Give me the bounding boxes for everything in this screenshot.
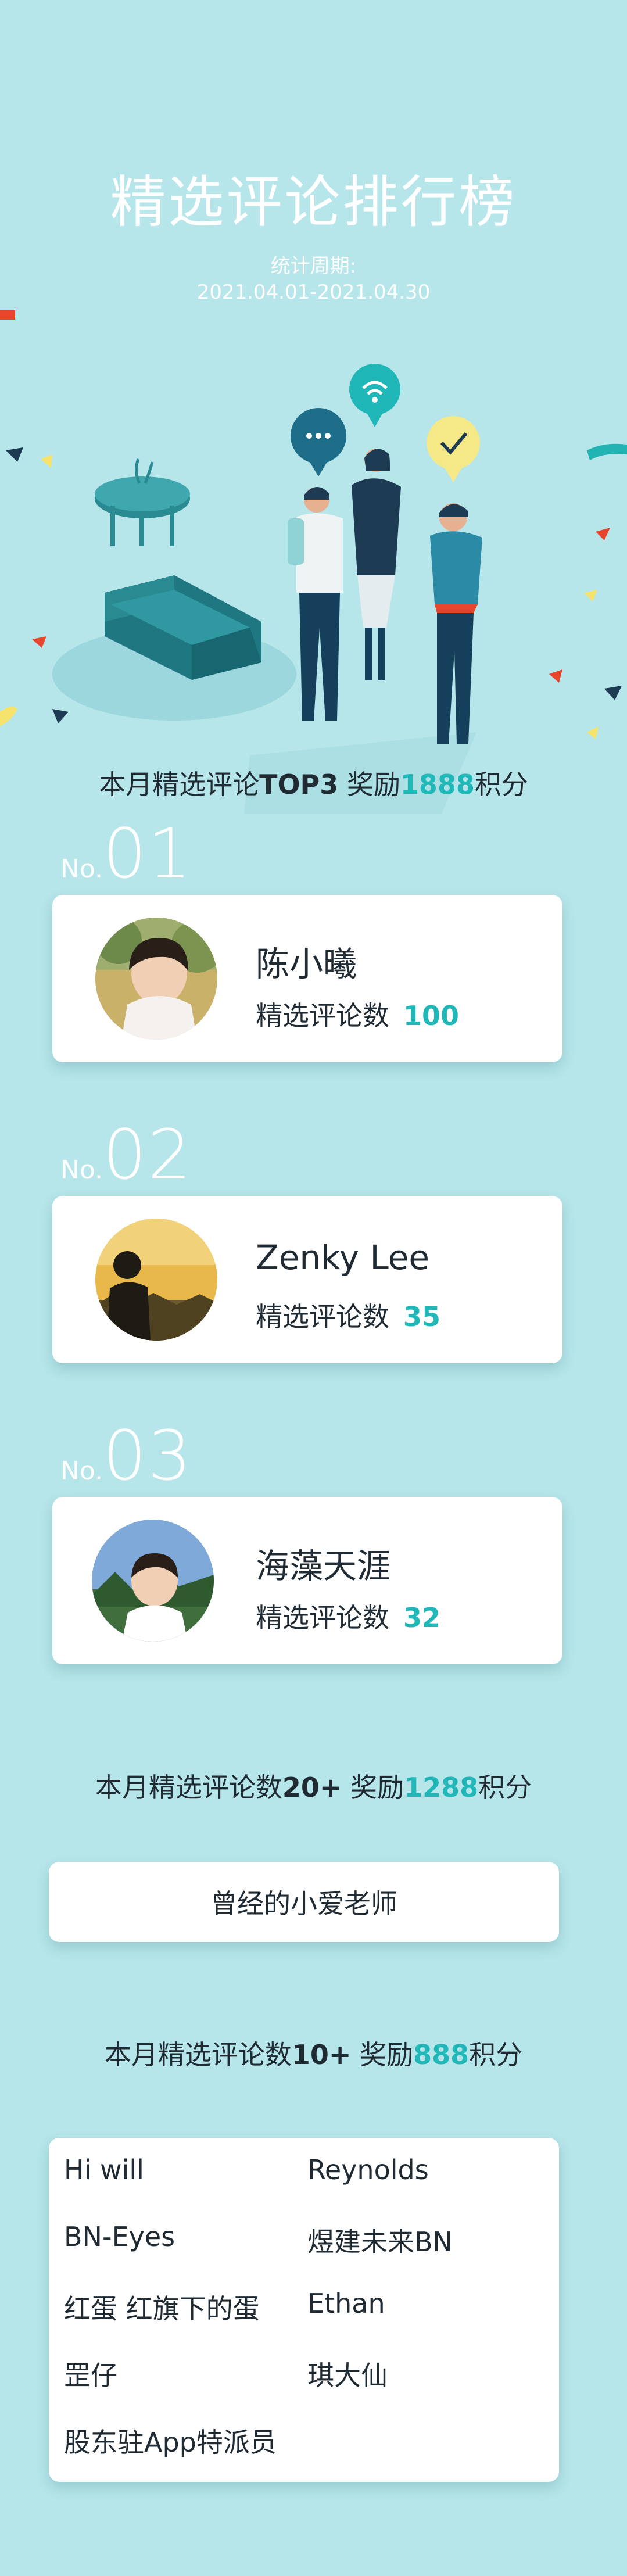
heading-points: 1288: [404, 1772, 479, 1803]
confetti-piece: [587, 443, 627, 460]
heading-emph: 20+: [282, 1772, 342, 1803]
heading-emph: TOP3: [259, 769, 339, 800]
user-name: 海藻天涯: [256, 1546, 391, 1586]
rank-number: 03: [103, 1416, 193, 1496]
period-label: 统计周期:: [270, 255, 357, 278]
check-bubble-icon: [427, 416, 480, 482]
rank-number: 01: [103, 814, 193, 894]
count-label: 精选评论数: [256, 1301, 389, 1332]
heading-mid: 奖励: [351, 2039, 414, 2070]
confetti-piece: [6, 447, 23, 462]
count-label: 精选评论数: [256, 1602, 389, 1633]
winner-name: 红蛋 红旗下的蛋: [64, 2293, 260, 2324]
heading-prefix: 本月精选评论: [99, 769, 260, 800]
tier20-heading: 本月精选评论数20+ 奖励1288积分: [0, 1767, 627, 1805]
comment-count-row: 精选评论数 35: [256, 1296, 440, 1334]
count-label: 精选评论数: [256, 1000, 389, 1031]
rank-card-1[interactable]: 陈小曦 精选评论数 100: [52, 895, 562, 1062]
confetti-piece: [41, 454, 52, 468]
user-name: Zenky Lee: [256, 1238, 430, 1277]
rank-number-1: No.01: [60, 814, 192, 894]
rank-prefix: No.: [60, 1155, 103, 1185]
winner-name: 罡仔: [64, 2360, 117, 2391]
winner-name: 琪大仙: [307, 2360, 388, 2391]
count-value: 32: [403, 1602, 441, 1633]
top3-heading: 本月精选评论TOP3 奖励1888积分: [0, 764, 627, 802]
confetti-piece: [584, 590, 597, 601]
chat-bubble-icon: [291, 408, 346, 476]
avatar: [95, 1219, 217, 1341]
header-illustration: [0, 310, 627, 814]
heading-emph: 10+: [291, 2039, 352, 2070]
tier20-card[interactable]: 曾经的小爱老师: [49, 1862, 559, 1942]
wifi-bubble-icon: [349, 364, 400, 427]
confetti-piece: [596, 528, 610, 540]
tier10-heading: 本月精选评论数10+ 奖励888积分: [0, 2034, 627, 2072]
heading-prefix: 本月精选评论数: [95, 1772, 282, 1803]
rank-prefix: No.: [60, 854, 103, 884]
heading-suffix: 积分: [478, 1772, 532, 1803]
confetti-piece: [0, 707, 17, 726]
winner-name: 曾经的小爱老师: [210, 1888, 397, 1919]
confetti-piece: [32, 636, 46, 648]
confetti-piece: [0, 310, 15, 320]
comment-count-row: 精选评论数 32: [256, 1597, 440, 1635]
rank-prefix: No.: [60, 1456, 103, 1486]
heading-mid: 奖励: [338, 769, 400, 800]
heading-mid: 奖励: [342, 1772, 404, 1803]
winner-name: 股东驻App特派员: [64, 2427, 277, 2458]
winner-name: Reynolds: [307, 2154, 429, 2186]
page-title: 精选评论排行榜: [110, 170, 517, 235]
heading-suffix: 积分: [469, 2039, 523, 2070]
person-figure: [430, 503, 482, 744]
confetti-piece: [549, 669, 562, 683]
avatar: [95, 918, 217, 1040]
winner-name: BN-Eyes: [64, 2221, 175, 2252]
rank-number-2: No.02: [60, 1115, 192, 1195]
period-value: 2021.04.01-2021.04.30: [196, 281, 431, 304]
tier10-card: Hi will Reynolds BN-Eyes 煜建未来BN 红蛋 红旗下的蛋…: [49, 2138, 559, 2482]
heading-suffix: 积分: [474, 769, 528, 800]
count-value: 35: [403, 1301, 441, 1332]
rank-card-3[interactable]: 海藻天涯 精选评论数 32: [52, 1497, 562, 1664]
avatar: [92, 1520, 214, 1642]
heading-points: 1888: [400, 769, 475, 800]
user-name: 陈小曦: [256, 944, 357, 984]
rank-card-2[interactable]: Zenky Lee 精选评论数 35: [52, 1196, 562, 1363]
rank-number: 02: [103, 1115, 193, 1195]
winner-name: 煜建未来BN: [307, 2226, 453, 2258]
person-figure: [288, 486, 343, 721]
confetti-piece: [604, 686, 622, 700]
winner-name: Hi will: [64, 2154, 144, 2186]
confetti-piece: [52, 709, 69, 723]
heading-points: 888: [413, 2039, 470, 2070]
winner-name: Ethan: [307, 2288, 385, 2319]
confetti-piece: [587, 726, 599, 739]
rank-number-3: No.03: [60, 1416, 192, 1496]
comment-count-row: 精选评论数 100: [256, 995, 459, 1033]
heading-prefix: 本月精选评论数: [104, 2039, 292, 2070]
count-value: 100: [403, 1000, 460, 1031]
person-figure: [352, 449, 401, 680]
